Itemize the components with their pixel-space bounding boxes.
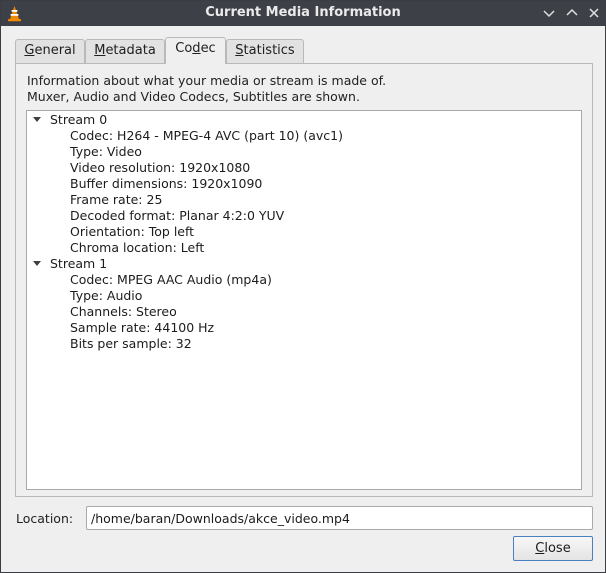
stream-property[interactable]: Buffer dimensions: 1920x1090	[70, 176, 262, 192]
close-button[interactable]: Close	[513, 536, 593, 561]
location-label: Location:	[16, 511, 74, 526]
stream-property[interactable]: Codec: MPEG AAC Audio (mp4a)	[70, 272, 272, 288]
expand-arrow-icon[interactable]	[33, 117, 41, 122]
codec-description: Information about what your media or str…	[27, 73, 386, 105]
minimize-icon[interactable]	[541, 5, 557, 21]
media-info-dialog: Current Media Information General Metada…	[0, 0, 606, 573]
tab-label-prefix: Co	[175, 41, 193, 56]
tab-codec[interactable]: Codec	[165, 37, 226, 64]
maximize-icon[interactable]	[564, 5, 580, 21]
window-title: Current Media Information	[205, 5, 401, 20]
stream-property[interactable]: Chroma location: Left	[70, 240, 204, 256]
stream-property[interactable]: Sample rate: 44100 Hz	[70, 320, 214, 336]
stream-label: Stream 0	[50, 112, 108, 127]
close-button-label: lose	[544, 541, 571, 556]
tab-label-suffix: ec	[200, 41, 216, 56]
tab-label-mnemonic: G	[24, 43, 35, 58]
tab-label-suffix: eneral	[34, 43, 76, 58]
stream-property[interactable]: Frame rate: 25	[70, 192, 162, 208]
codec-tree[interactable]: Stream 0 Codec: H264 - MPEG-4 AVC (part …	[26, 110, 582, 490]
tab-label-suffix: etadata	[105, 43, 156, 58]
tab-label-mnemonic: S	[235, 43, 244, 58]
tab-general[interactable]: General	[15, 39, 85, 63]
stream-property[interactable]: Type: Audio	[70, 288, 142, 304]
stream-property[interactable]: Video resolution: 1920x1080	[70, 160, 250, 176]
description-line-2: Muxer, Audio and Video Codecs, Subtitles…	[27, 89, 360, 104]
stream-property[interactable]: Orientation: Top left	[70, 224, 194, 240]
titlebar[interactable]: Current Media Information	[1, 1, 605, 26]
expand-arrow-icon[interactable]	[33, 261, 41, 266]
stream-property[interactable]: Codec: H264 - MPEG-4 AVC (part 10) (avc1…	[70, 128, 343, 144]
tab-metadata[interactable]: Metadata	[85, 39, 165, 63]
stream-property[interactable]: Channels: Stereo	[70, 304, 177, 320]
stream-label: Stream 1	[50, 256, 108, 271]
location-field[interactable]	[86, 506, 593, 530]
tab-label-mnemonic: d	[192, 41, 201, 56]
stream-property[interactable]: Decoded format: Planar 4:2:0 YUV	[70, 208, 284, 224]
stream-property[interactable]: Type: Video	[70, 144, 142, 160]
tab-label-suffix: tatistics	[243, 43, 295, 58]
tab-statistics[interactable]: Statistics	[226, 39, 304, 63]
codec-panel: Information about what your media or str…	[15, 63, 593, 497]
close-icon[interactable]	[586, 5, 602, 21]
description-line-1: Information about what your media or str…	[27, 73, 387, 88]
tab-label-mnemonic: M	[94, 43, 106, 58]
stream-property[interactable]: Bits per sample: 32	[70, 336, 192, 352]
close-button-mnemonic: C	[535, 541, 545, 556]
